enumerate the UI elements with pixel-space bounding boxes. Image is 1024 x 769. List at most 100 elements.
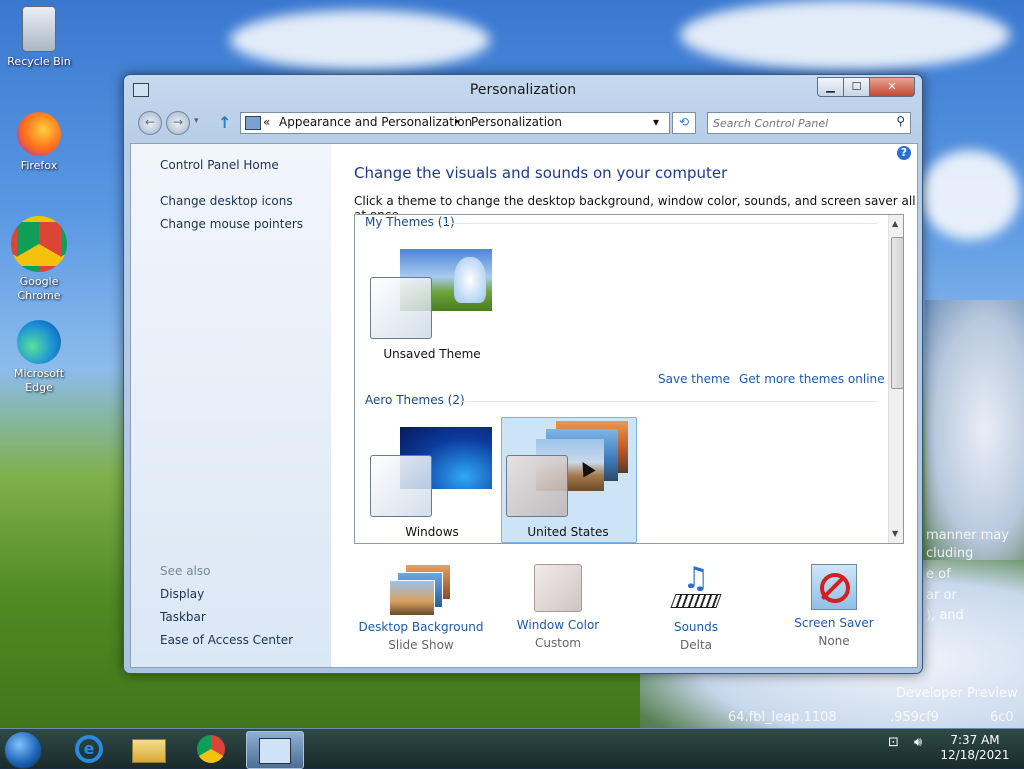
desktop-icon-google-chrome[interactable]: Google Chrome xyxy=(4,216,74,303)
theme-name: Unsaved Theme xyxy=(383,347,481,361)
content-area: Control Panel Home Change desktop icons … xyxy=(130,143,918,668)
my-themes-group-label: My Themes (1) xyxy=(365,215,455,229)
watermark-text: e of xyxy=(926,567,951,582)
theme-windows[interactable]: Windows xyxy=(370,417,492,539)
clock[interactable]: 7:37 AM 12/18/2021 xyxy=(940,733,1010,763)
desktop-icon-microsoft-edge[interactable]: Microsoft Edge xyxy=(4,320,74,395)
taskbar: e ⊡ 🔊︎ 7:37 AM 12/18/2021 xyxy=(0,728,1024,769)
close-button[interactable]: ✕ xyxy=(869,77,915,97)
setting-value: Delta xyxy=(679,638,712,652)
breadcrumb-personalization[interactable]: Personalization xyxy=(471,115,562,129)
time: 7:37 AM xyxy=(950,733,1000,747)
desktop-icon-label: Recycle Bin xyxy=(7,55,71,68)
taskbar-file-explorer[interactable] xyxy=(124,731,174,767)
address-chevron[interactable]: « xyxy=(263,115,270,129)
control-panel-home-link[interactable]: Control Panel Home xyxy=(160,158,279,172)
breadcrumb-appearance-and-personalization[interactable]: Appearance and Personalization xyxy=(279,115,472,129)
breadcrumb-separator[interactable]: ▸ xyxy=(455,116,460,127)
screen-saver-setting[interactable]: Screen Saver None xyxy=(769,564,899,648)
setting-title: Desktop Background xyxy=(358,620,484,634)
scroll-down-arrow-icon[interactable]: ▼ xyxy=(892,529,898,538)
page-heading: Change the visuals and sounds on your co… xyxy=(354,164,728,182)
watermark-text: .959cf9 xyxy=(890,710,939,725)
sounds-setting[interactable]: ♫ Sounds Delta xyxy=(631,564,761,652)
cloud xyxy=(680,0,1010,70)
firefox-icon xyxy=(17,112,61,156)
search-input[interactable] xyxy=(711,114,885,132)
change-desktop-icons-link[interactable]: Change desktop icons xyxy=(160,194,293,208)
chrome-icon xyxy=(11,216,67,272)
watermark-text: 64.fbl_leap.1108 xyxy=(728,710,837,725)
search-box[interactable]: ⚲ xyxy=(707,112,911,134)
see-also-label: See also xyxy=(160,564,211,578)
recent-pages-dropdown-icon[interactable]: ▾ xyxy=(194,116,199,126)
theme-color-swatch xyxy=(370,277,432,339)
get-more-themes-online-link[interactable]: Get more themes online xyxy=(739,372,885,386)
theme-name: United States xyxy=(527,525,609,539)
aero-themes-group-label: Aero Themes (2) xyxy=(365,393,465,407)
left-task-pane: Control Panel Home Change desktop icons … xyxy=(131,144,331,667)
desktop-icon-label: Microsoft Edge xyxy=(13,367,65,394)
edge-icon xyxy=(17,320,61,364)
themes-scrollbar[interactable]: ▲ ▼ xyxy=(888,215,903,543)
desktop-icon-recycle-bin[interactable]: Recycle Bin xyxy=(4,6,74,69)
title-bar[interactable]: Personalization ▁ ☐ ✕ xyxy=(124,75,922,105)
cloud xyxy=(230,10,490,70)
window-title: Personalization xyxy=(469,82,577,98)
theme-unsaved-theme[interactable]: Unsaved Theme xyxy=(370,239,492,361)
taskbar-internet-explorer[interactable]: e xyxy=(64,731,114,767)
watermark-text: ar or xyxy=(926,588,957,603)
forward-button[interactable]: → xyxy=(166,111,190,135)
setting-title: Screen Saver xyxy=(794,616,874,630)
folder-icon xyxy=(132,739,166,763)
scroll-up-arrow-icon[interactable]: ▲ xyxy=(892,219,898,228)
help-icon[interactable]: ? xyxy=(897,146,911,160)
watermark-text: ), and xyxy=(926,608,964,623)
theme-color-swatch xyxy=(506,455,568,517)
desktop-background-icon xyxy=(389,564,451,616)
up-arrow-icon[interactable]: ↑ xyxy=(218,113,231,132)
desktop-icon-firefox[interactable]: Firefox xyxy=(4,112,74,173)
network-icon[interactable]: ⊡ xyxy=(888,735,899,750)
refresh-icon[interactable]: ⟲ xyxy=(672,112,696,134)
chrome-icon xyxy=(197,735,225,763)
scrollbar-thumb[interactable] xyxy=(891,237,903,389)
watermark-text: cluding xyxy=(926,546,974,561)
themes-list: My Themes (1) Unsaved Theme Save theme G… xyxy=(354,214,904,544)
back-button[interactable]: ← xyxy=(138,111,162,135)
group-divider xyxy=(445,223,877,224)
taskbar-control-panel[interactable] xyxy=(246,731,304,769)
save-theme-link[interactable]: Save theme xyxy=(658,372,730,386)
minimize-button[interactable]: ▁ xyxy=(817,77,844,97)
maximize-button[interactable]: ☐ xyxy=(843,77,870,97)
anime-character-art xyxy=(925,300,1024,560)
change-mouse-pointers-link[interactable]: Change mouse pointers xyxy=(160,217,303,231)
setting-title: Sounds xyxy=(673,620,719,634)
volume-icon[interactable]: 🔊︎ xyxy=(914,735,922,750)
search-icon[interactable]: ⚲ xyxy=(896,114,905,128)
taskbar-link[interactable]: Taskbar xyxy=(160,610,206,624)
ease-of-access-center-link[interactable]: Ease of Access Center xyxy=(160,633,293,647)
setting-title: Window Color xyxy=(516,618,600,632)
control-panel-icon xyxy=(245,116,261,130)
desktop-background-setting[interactable]: Desktop Background Slide Show xyxy=(356,564,486,652)
date: 12/18/2021 xyxy=(940,748,1010,762)
start-button[interactable] xyxy=(4,731,42,769)
theme-color-swatch xyxy=(370,455,432,517)
theme-united-states[interactable]: United States xyxy=(506,417,628,539)
group-divider xyxy=(459,401,877,402)
cloud xyxy=(920,150,1020,240)
window-color-setting[interactable]: Window Color Custom xyxy=(493,564,623,650)
internet-explorer-icon: e xyxy=(75,735,103,763)
desktop-icon-label: Google Chrome xyxy=(17,275,61,302)
screen-saver-icon xyxy=(811,564,857,610)
setting-value: Custom xyxy=(535,636,581,650)
watermark-text: Developer Preview xyxy=(896,686,1018,701)
window-color-icon xyxy=(534,564,582,612)
address-dropdown-icon[interactable]: ▾ xyxy=(653,115,659,129)
personalization-window: Personalization ▁ ☐ ✕ ← → ▾ ↑ « Appearan… xyxy=(123,74,923,674)
address-bar[interactable]: « Appearance and Personalization ▸ Perso… xyxy=(240,112,670,134)
sounds-icon: ♫ xyxy=(670,564,722,614)
taskbar-google-chrome[interactable] xyxy=(186,731,236,767)
display-link[interactable]: Display xyxy=(160,587,204,601)
